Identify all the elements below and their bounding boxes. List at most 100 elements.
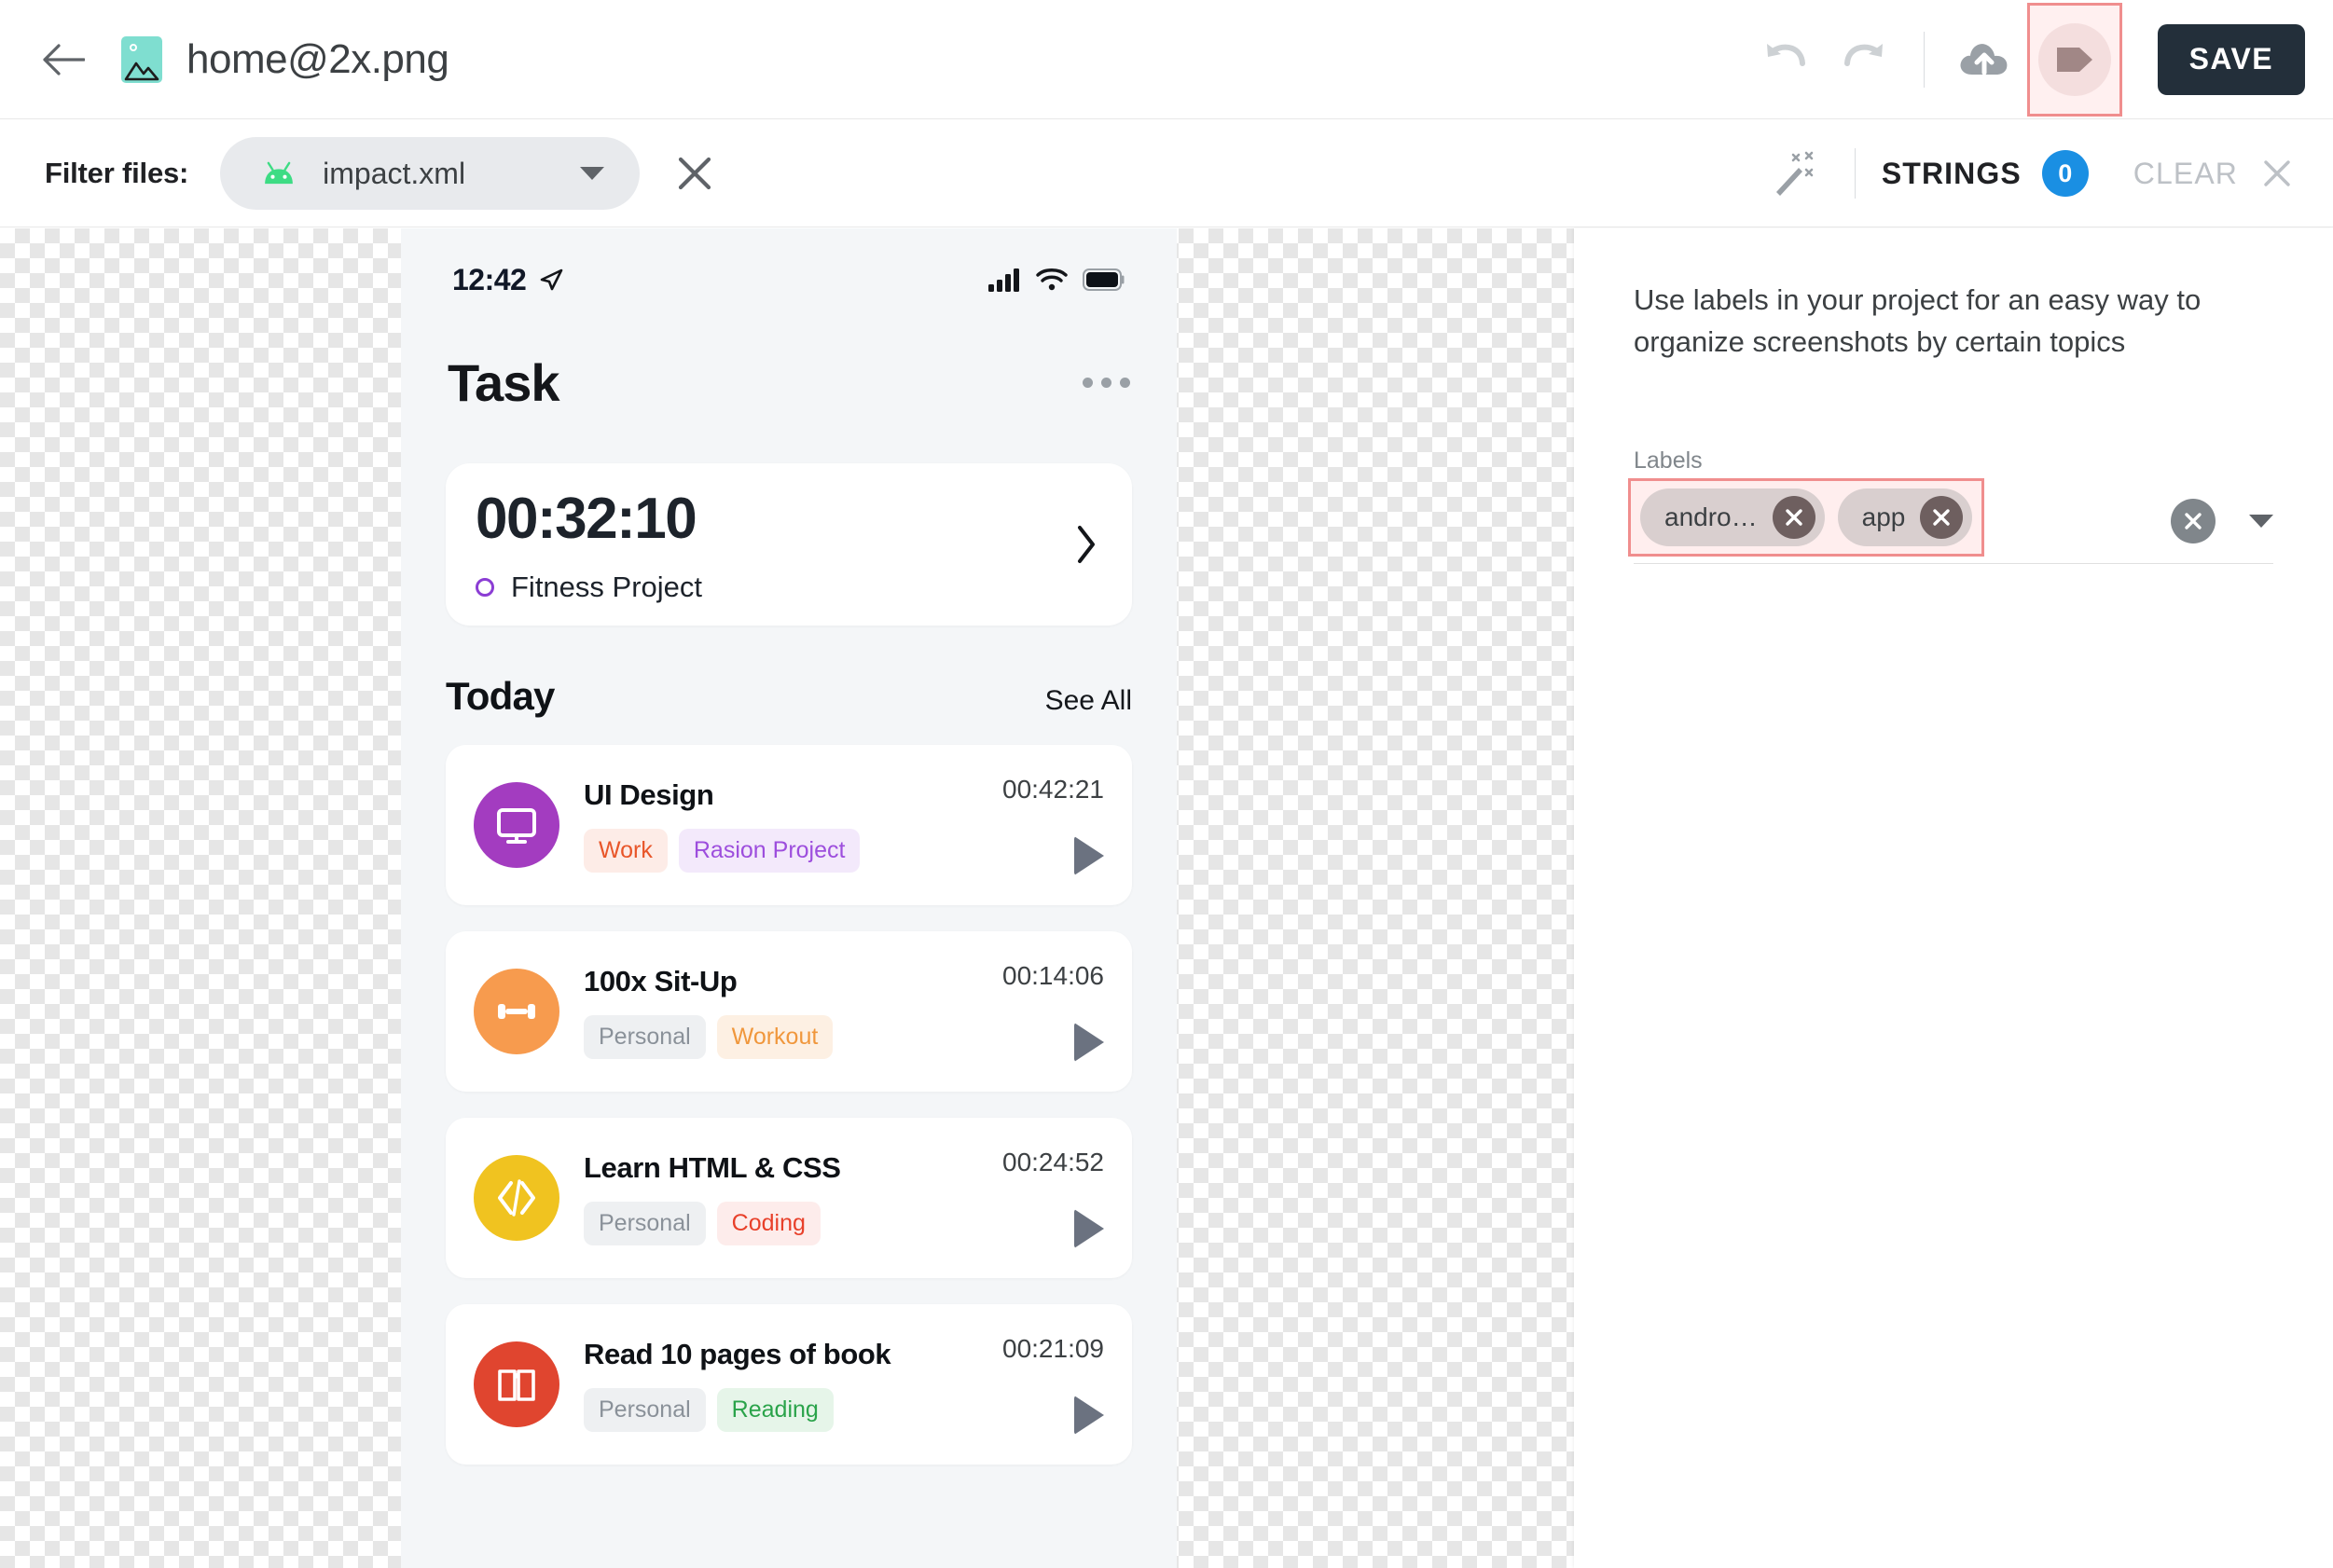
phone-screen-header: Task xyxy=(401,331,1177,433)
labels-field-caption: Labels xyxy=(1634,447,2333,475)
label-chip[interactable]: andro… xyxy=(1640,488,1825,546)
task-name: Learn HTML & CSS xyxy=(584,1151,841,1185)
phone-status-bar: 12:42 xyxy=(401,228,1177,331)
task-duration: 00:21:09 xyxy=(1002,1334,1104,1364)
dot xyxy=(1083,378,1093,388)
properties-panel: Use labels in your project for an easy w… xyxy=(1574,228,2333,1568)
status-indicators xyxy=(987,268,1125,292)
clear-labels-button[interactable] xyxy=(2171,499,2216,543)
magic-wand-icon xyxy=(1767,147,1819,199)
status-time: 12:42 xyxy=(452,263,526,297)
chevron-down-icon xyxy=(580,167,604,180)
close-icon xyxy=(1929,505,1953,530)
save-button[interactable]: SAVE xyxy=(2158,24,2305,95)
task-card[interactable]: 100x Sit-UpPersonalWorkout00:14:06 xyxy=(446,931,1132,1092)
cellular-signal-icon xyxy=(987,268,1021,292)
back-button[interactable] xyxy=(39,35,88,84)
play-icon[interactable] xyxy=(1074,1396,1104,1435)
play-icon[interactable] xyxy=(1074,836,1104,875)
play-icon[interactable] xyxy=(1074,1209,1104,1248)
back-arrow-icon xyxy=(42,42,85,77)
screenshot-preview[interactable]: 12:42 xyxy=(401,228,1177,1568)
labels-field[interactable]: andro… app xyxy=(1634,480,2273,564)
tag-button-wrapper xyxy=(2033,18,2117,102)
upload-button[interactable] xyxy=(1945,21,2023,99)
open-book-icon xyxy=(492,1360,541,1409)
close-icon xyxy=(1782,505,1806,530)
monitor-icon xyxy=(492,801,541,849)
task-name: UI Design xyxy=(584,778,860,812)
task-tag[interactable]: Personal xyxy=(584,1015,706,1059)
location-arrow-icon xyxy=(537,266,565,294)
play-icon[interactable] xyxy=(1074,1023,1104,1062)
task-meta: 00:21:09 xyxy=(1002,1334,1104,1435)
today-title: Today xyxy=(446,674,555,719)
clear-filter-button[interactable] xyxy=(670,148,720,199)
task-tag[interactable]: Work xyxy=(584,829,668,873)
task-meta: 00:24:52 xyxy=(1002,1148,1104,1248)
clear-strings-button[interactable]: CLEAR xyxy=(2133,157,2238,191)
task-tags: WorkRasion Project xyxy=(584,829,860,873)
task-tags: Personal Coding xyxy=(584,1202,841,1245)
task-meta: 00:42:21 xyxy=(1002,775,1104,875)
filter-bar-actions: STRINGS 0 CLEAR xyxy=(1758,141,2298,206)
task-tag[interactable]: Personal xyxy=(584,1202,706,1245)
thumbnail-mountain xyxy=(121,55,162,83)
task-meta: 00:14:06 xyxy=(1002,961,1104,1062)
undo-button[interactable] xyxy=(1746,21,1825,99)
task-list: UI DesignWorkRasion Project00:42:21100x … xyxy=(401,745,1177,1465)
task-body: Learn HTML & CSS Personal Coding xyxy=(584,1151,841,1245)
tag-icon xyxy=(2054,44,2095,76)
task-tags: PersonalWorkout xyxy=(584,1015,833,1059)
timer-project-name: Fitness Project xyxy=(511,571,702,604)
close-circle-icon[interactable] xyxy=(1773,496,1815,539)
phone-screen-title: Task xyxy=(448,352,559,413)
label-chip-text: app xyxy=(1862,502,1906,532)
labels-dropdown-button[interactable] xyxy=(2249,515,2273,528)
filterbar-divider xyxy=(1855,148,1856,199)
task-body: Read 10 pages of bookPersonalReading xyxy=(584,1338,890,1432)
label-chips-highlight: andro… app xyxy=(1628,478,1984,557)
wifi-icon xyxy=(1036,268,1068,292)
close-circle-icon[interactable] xyxy=(1920,496,1963,539)
redo-icon xyxy=(1839,39,1889,80)
image-thumbnail-icon xyxy=(121,36,162,83)
task-tags: PersonalReading xyxy=(584,1388,890,1432)
task-tag[interactable]: Personal xyxy=(584,1388,706,1432)
close-icon xyxy=(674,153,715,194)
file-filter-value: impact.xml xyxy=(323,157,465,191)
magic-wand-button[interactable] xyxy=(1758,141,1829,206)
see-all-link[interactable]: See All xyxy=(1045,685,1132,717)
task-tag[interactable]: Workout xyxy=(717,1015,834,1059)
strings-count-badge: 0 xyxy=(2042,150,2089,197)
undo-icon xyxy=(1760,39,1811,80)
code-icon xyxy=(492,1174,541,1222)
decorative-blue-curve xyxy=(401,1475,1177,1568)
close-strings-button[interactable] xyxy=(2257,153,2298,194)
close-icon xyxy=(2260,157,2294,190)
active-timer-card[interactable]: 00:32:10 Fitness Project xyxy=(446,463,1132,626)
task-card[interactable]: UI Design WorkRasion Project 00:42:21 xyxy=(446,745,1132,905)
strings-tab[interactable]: STRINGS xyxy=(1882,157,2022,191)
task-card[interactable]: Learn HTML & CSS Personal Coding 00:24:52 xyxy=(446,1118,1132,1278)
timer-project-row: Fitness Project xyxy=(476,571,1102,604)
project-color-dot xyxy=(476,578,494,597)
task-duration: 00:42:21 xyxy=(1002,775,1104,805)
label-chip[interactable]: app xyxy=(1838,488,1973,546)
tag-button[interactable] xyxy=(2038,23,2111,96)
task-card[interactable]: Read 10 pages of bookPersonalReading 00:2… xyxy=(446,1304,1132,1465)
cloud-upload-icon xyxy=(1957,37,2011,82)
task-tag[interactable]: Coding xyxy=(717,1202,821,1245)
task-avatar xyxy=(474,1155,559,1241)
task-avatar xyxy=(474,969,559,1054)
redo-button[interactable] xyxy=(1825,21,1903,99)
file-filter-select[interactable]: impact.xml xyxy=(220,137,640,210)
more-horizontal-icon[interactable] xyxy=(1083,378,1130,388)
filter-files-label: Filter files: xyxy=(45,157,188,190)
task-avatar xyxy=(474,1341,559,1427)
task-tag[interactable]: Rasion Project xyxy=(679,829,861,873)
chevron-right-icon[interactable] xyxy=(1074,524,1098,565)
task-body: UI Design WorkRasion Project xyxy=(584,778,860,873)
task-tag[interactable]: Reading xyxy=(717,1388,834,1432)
close-circle-icon xyxy=(2180,508,2206,534)
